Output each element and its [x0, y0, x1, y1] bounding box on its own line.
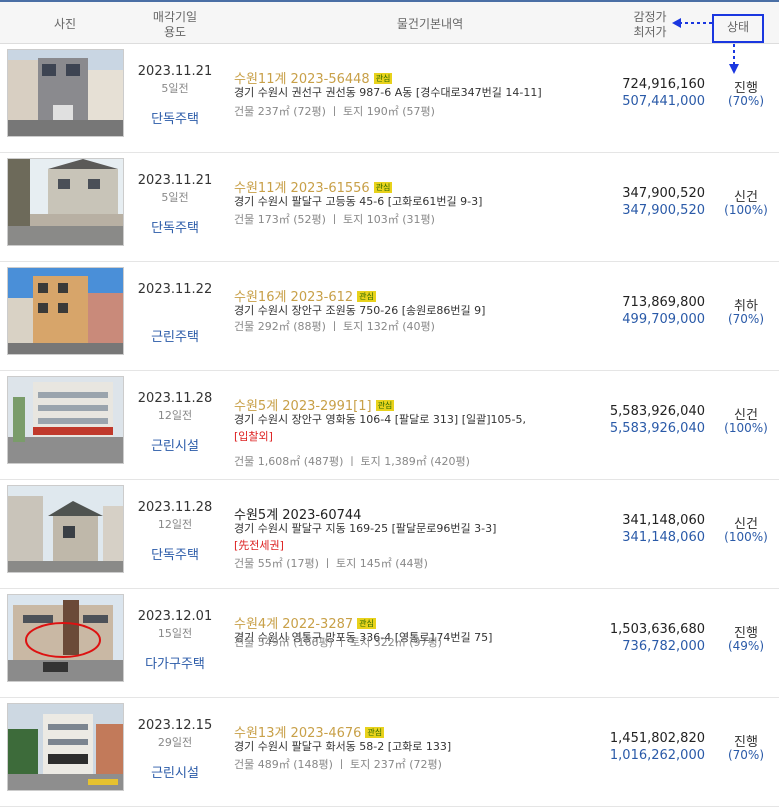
header-date-use: 매각기일 용도 [130, 10, 220, 40]
price-percentage: (100%) [724, 203, 768, 217]
days-remaining: 12일전 [157, 518, 193, 531]
property-use: 근린시설 [151, 766, 199, 781]
property-area: 건물 489㎡ (148평) ㅣ 토지 237㎡ (72평) [234, 758, 442, 771]
header-info: 물건기본내역 [396, 17, 464, 31]
header-price: 감정가 최저가 [620, 10, 680, 40]
property-area: 건물 1,608㎡ (487평) ㅣ 토지 1,389㎡ (420평) [234, 455, 470, 468]
table-row[interactable]: 2023.11.21 5일전 단독주택 수원11계 2023-61556 관심 경기 수원… [0, 153, 779, 262]
minimum-price: 341,148,060 [622, 530, 705, 545]
days-remaining: 15일전 [157, 627, 193, 640]
property-photo[interactable] [7, 49, 124, 137]
price-percentage: (70%) [727, 748, 765, 762]
minimum-price: 5,583,926,040 [609, 421, 705, 436]
price-percentage: (100%) [724, 530, 768, 544]
property-photo[interactable] [7, 485, 124, 573]
interest-badge[interactable]: 관심 [375, 400, 395, 411]
property-use: 단독주택 [151, 548, 199, 563]
table-row[interactable]: 2023.11.28 12일전 근린시설 수원5계 2023-2991[1] 관심 경기 … [0, 371, 779, 480]
table-row[interactable]: 2023.11.28 12일전 단독주택 수원5계 2023-60744 경기 수원시 … [0, 480, 779, 589]
header-photo: 사진 [53, 17, 77, 31]
property-note: [先전세권] [234, 539, 284, 552]
appraised-price: 724,916,160 [622, 77, 705, 92]
property-area: 건물 173㎡ (52평) ㅣ 토지 103㎡ (31평) [234, 213, 435, 226]
dashed-arrow-left-icon [672, 18, 712, 28]
price-percentage: (100%) [724, 421, 768, 435]
property-photo[interactable] [7, 703, 124, 791]
interest-badge[interactable]: 관심 [373, 182, 393, 193]
auction-date: 2023.11.21 [137, 173, 213, 188]
auction-date: 2023.11.21 [137, 64, 213, 79]
table-row[interactable]: 2023.11.22 근린주택 수원16계 2023-612 관심 경기 수원시 장안구… [0, 262, 779, 371]
property-address: 경기 수원시 팔달구 지동 169-25 [팔달문로96번길 3-3] [234, 522, 497, 535]
property-use: 다가구주택 [145, 657, 205, 672]
minimum-price: 1,016,262,000 [609, 748, 705, 763]
property-area: 건물 237㎡ (72평) ㅣ 토지 190㎡ (57평) [234, 105, 435, 118]
appraised-price: 713,869,800 [622, 295, 705, 310]
minimum-price: 507,441,000 [622, 94, 705, 109]
interest-badge[interactable]: 관심 [357, 291, 376, 302]
interest-badge[interactable]: 관심 [373, 73, 393, 84]
minimum-price: 347,900,520 [622, 203, 705, 218]
property-use: 단독주택 [151, 112, 199, 127]
property-use: 단독주택 [151, 221, 199, 236]
property-address: 경기 수원시 팔달구 화서동 58-2 [고화로 133] [234, 740, 452, 753]
table-header: 사진 매각기일 용도 물건기본내역 감정가 최저가 상태 [0, 0, 779, 44]
appraised-price: 5,583,926,040 [609, 404, 705, 419]
property-address: 경기 수원시 장안구 조원동 750-26 [송원로86번길 9] [234, 304, 486, 317]
interest-badge[interactable]: 관심 [357, 618, 376, 629]
header-status-highlight[interactable]: 상태 [712, 14, 764, 43]
property-area: 건물 292㎡ (88평) ㅣ 토지 132㎡ (40평) [234, 320, 435, 333]
header-min-label: 최저가 [633, 25, 667, 39]
property-address: 경기 수원시 권선구 권선동 987-6 A동 [경수대로347번길 14-11… [234, 86, 542, 99]
property-address: 경기 수원시 팔달구 고등동 45-6 [고화로61번길 9-3] [234, 195, 483, 208]
days-remaining: 29일전 [157, 736, 193, 749]
days-remaining: 12일전 [157, 409, 193, 422]
price-percentage: (49%) [727, 639, 765, 653]
property-use: 근린주택 [151, 330, 199, 345]
appraised-price: 1,451,802,820 [609, 731, 705, 746]
table-row[interactable]: 2023.11.21 5일전 단독주택 수원11계 2023-56448 관심 경기 수원… [0, 44, 779, 153]
header-use-label: 용도 [163, 25, 187, 39]
minimum-price: 499,709,000 [622, 312, 705, 327]
appraised-price: 1,503,636,680 [609, 622, 705, 637]
property-photo[interactable] [7, 267, 124, 355]
property-note: [입찰외] [234, 430, 273, 443]
interest-badge[interactable]: 관심 [365, 727, 385, 738]
header-status: 상태 [726, 20, 750, 34]
table-row[interactable]: 2023.12.01 15일전 다가구주택 수원4계 2022-3287 관심 경기 수원… [0, 589, 779, 698]
auction-date: 2023.11.22 [137, 282, 213, 297]
price-percentage: (70%) [727, 312, 765, 326]
auction-date: 2023.12.01 [137, 609, 213, 624]
minimum-price: 736,782,000 [622, 639, 705, 654]
auction-date: 2023.11.28 [137, 500, 213, 515]
property-photo[interactable] [7, 158, 124, 246]
auction-date: 2023.12.15 [137, 718, 213, 733]
days-remaining: 5일전 [161, 191, 189, 204]
appraised-price: 341,148,060 [622, 513, 705, 528]
table-row[interactable]: 2023.12.15 29일전 근린시설 수원13계 2023-4676 관심 경기 수원… [0, 698, 779, 807]
property-area: 건물 549㎡ (166평) ㅣ 토지 322㎡ (97평) [234, 636, 442, 649]
property-photo[interactable] [7, 594, 124, 682]
header-appraise-label: 감정가 [633, 10, 667, 24]
property-photo[interactable] [7, 376, 124, 464]
property-use: 근린시설 [151, 439, 199, 454]
property-address: 경기 수원시 장안구 영화동 106-4 [팔달로 313] [일괄]105-5… [234, 413, 526, 426]
header-date-label: 매각기일 [152, 10, 198, 24]
appraised-price: 347,900,520 [622, 186, 705, 201]
price-percentage: (70%) [727, 94, 765, 108]
property-area: 건물 55㎡ (17평) ㅣ 토지 145㎡ (44평) [234, 557, 428, 570]
auction-date: 2023.11.28 [137, 391, 213, 406]
days-remaining: 5일전 [161, 82, 189, 95]
